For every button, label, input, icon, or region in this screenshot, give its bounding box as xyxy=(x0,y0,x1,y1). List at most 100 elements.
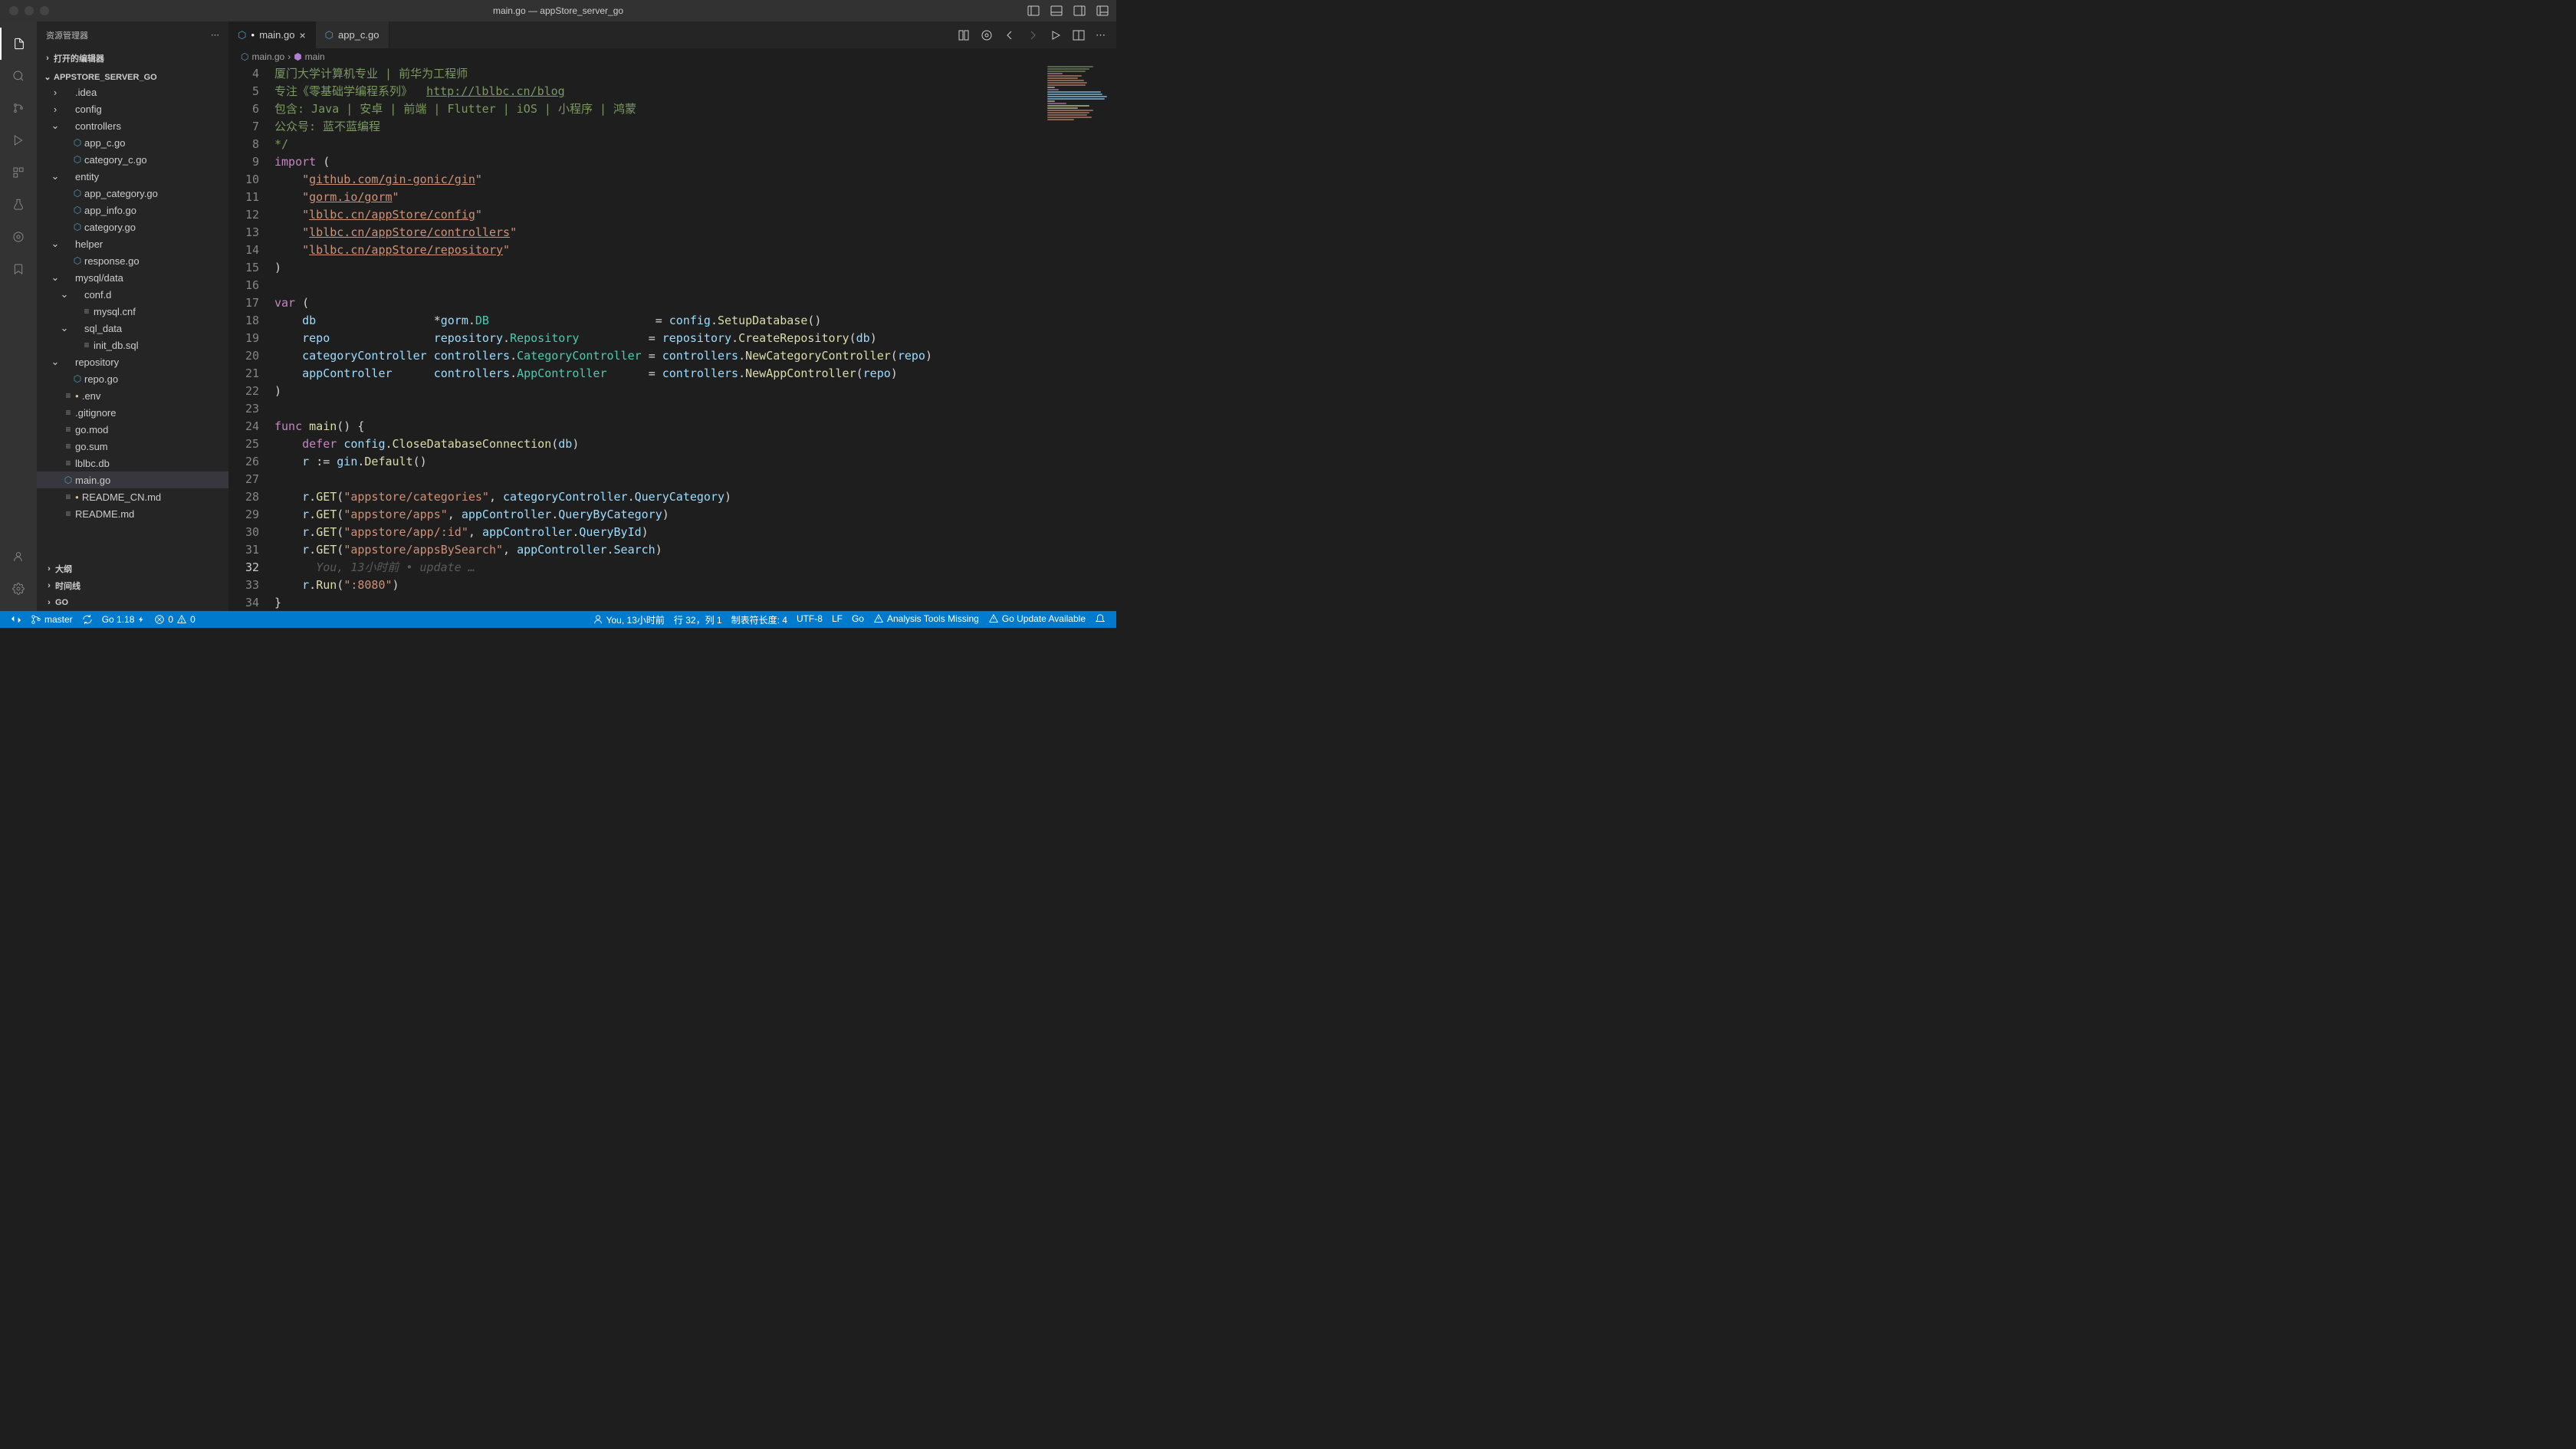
line-number[interactable]: 24 xyxy=(228,418,259,435)
tree-item-config[interactable]: ›config xyxy=(37,100,228,117)
code-line[interactable]: "gorm.io/gorm" xyxy=(274,189,1116,206)
toggle-secondary-sidebar-icon[interactable] xyxy=(1073,5,1086,17)
encoding[interactable]: UTF-8 xyxy=(792,613,827,624)
accounts-icon[interactable] xyxy=(0,540,37,573)
line-number[interactable]: 6 xyxy=(228,100,259,118)
line-number[interactable]: 22 xyxy=(228,383,259,400)
code-line[interactable] xyxy=(274,277,1116,294)
outline-section[interactable]: ›大纲 xyxy=(37,560,228,577)
line-number[interactable]: 28 xyxy=(228,488,259,506)
line-number[interactable]: 11 xyxy=(228,189,259,206)
tree-item-repository[interactable]: ⌄repository xyxy=(37,353,228,370)
testing-icon[interactable] xyxy=(0,189,37,221)
tree-item-go-sum[interactable]: ≡go.sum xyxy=(37,438,228,455)
tree-item-controllers[interactable]: ⌄controllers xyxy=(37,117,228,134)
tree-item-mysql-data[interactable]: ⌄mysql/data xyxy=(37,269,228,286)
tree-item--env[interactable]: ≡●.env xyxy=(37,387,228,404)
code-line[interactable]: r.GET("appstore/app/:id", appController.… xyxy=(274,524,1116,541)
problems[interactable]: 0 0 xyxy=(150,611,199,628)
code-line[interactable]: defer config.CloseDatabaseConnection(db) xyxy=(274,435,1116,453)
toggle-primary-sidebar-icon[interactable] xyxy=(1027,5,1040,17)
line-number[interactable]: 12 xyxy=(228,206,259,224)
language-mode[interactable]: Go xyxy=(847,613,869,624)
line-number[interactable]: 5 xyxy=(228,83,259,100)
more-actions-icon[interactable]: ⋯ xyxy=(211,30,219,40)
minimap[interactable] xyxy=(1040,65,1116,157)
settings-icon[interactable] xyxy=(0,573,37,605)
extensions-icon[interactable] xyxy=(0,156,37,189)
line-number[interactable]: 14 xyxy=(228,242,259,259)
tree-item-sql-data[interactable]: ⌄sql_data xyxy=(37,320,228,337)
go-version[interactable]: Go 1.18 xyxy=(97,611,150,628)
explorer-icon[interactable] xyxy=(0,28,37,60)
breadcrumb[interactable]: ⬡ main.go › ⬢ main xyxy=(228,48,1116,65)
tree-item-mysql-cnf[interactable]: ≡mysql.cnf xyxy=(37,303,228,320)
line-number[interactable]: 23 xyxy=(228,400,259,418)
code-editor[interactable]: 4567891011121314151617181920212223242526… xyxy=(228,65,1116,611)
git-branch[interactable]: master xyxy=(26,611,77,628)
go-back-icon[interactable] xyxy=(1004,29,1016,41)
tree-item-lblbc-db[interactable]: ≡lblbc.db xyxy=(37,455,228,472)
code-line[interactable]: 公众号: 蓝不蓝编程 xyxy=(274,118,1116,136)
gitlens-icon[interactable] xyxy=(0,221,37,253)
code-line[interactable]: ) xyxy=(274,259,1116,277)
split-editor-icon[interactable] xyxy=(1073,29,1085,41)
line-number[interactable]: 25 xyxy=(228,435,259,453)
run-file-icon[interactable] xyxy=(1050,29,1062,41)
tree-item-go-mod[interactable]: ≡go.mod xyxy=(37,421,228,438)
go-analysis-warning[interactable]: Analysis Tools Missing xyxy=(869,613,984,624)
go-section[interactable]: ›GO xyxy=(37,594,228,611)
go-update[interactable]: Go Update Available xyxy=(984,613,1090,624)
customize-layout-icon[interactable] xyxy=(1096,5,1109,17)
tree-item-category-c-go[interactable]: ⬡category_c.go xyxy=(37,151,228,168)
open-editors-section[interactable]: › 打开的编辑器 xyxy=(37,51,228,66)
code-line[interactable]: repo repository.Repository = repository.… xyxy=(274,330,1116,347)
tree-item-app-info-go[interactable]: ⬡app_info.go xyxy=(37,202,228,219)
code-line[interactable]: 厦门大学计算机专业 | 前华为工程师 xyxy=(274,65,1116,83)
code-line[interactable]: r := gin.Default() xyxy=(274,453,1116,471)
compare-changes-icon[interactable] xyxy=(958,29,970,41)
line-number[interactable]: 29 xyxy=(228,506,259,524)
run-debug-icon[interactable] xyxy=(0,124,37,156)
notifications-icon[interactable] xyxy=(1090,613,1110,624)
tree-item-app-category-go[interactable]: ⬡app_category.go xyxy=(37,185,228,202)
tree-item-category-go[interactable]: ⬡category.go xyxy=(37,219,228,235)
close-tab-icon[interactable]: × xyxy=(299,29,305,41)
code-line[interactable]: 专注《零基础学编程系列》 http://lblbc.cn/blog xyxy=(274,83,1116,100)
cursor-position[interactable]: 行 32，列 1 xyxy=(669,613,727,626)
code-line[interactable]: } xyxy=(274,594,1116,611)
code-line[interactable]: r.GET("appstore/appsBySearch", appContro… xyxy=(274,541,1116,559)
code-line[interactable] xyxy=(274,400,1116,418)
code-line[interactable]: appController controllers.AppController … xyxy=(274,365,1116,383)
line-number[interactable]: 9 xyxy=(228,153,259,171)
search-icon[interactable] xyxy=(0,60,37,92)
code-line[interactable]: categoryController controllers.CategoryC… xyxy=(274,347,1116,365)
line-number[interactable]: 16 xyxy=(228,277,259,294)
folder-root-section[interactable]: ⌄ APPSTORE_SERVER_GO xyxy=(37,71,228,84)
gitlens-blame[interactable]: You, 13小时前 xyxy=(588,613,669,626)
line-number[interactable]: 20 xyxy=(228,347,259,365)
code-line[interactable]: var ( xyxy=(274,294,1116,312)
line-number[interactable]: 26 xyxy=(228,453,259,471)
code-line[interactable]: "lblbc.cn/appStore/repository" xyxy=(274,242,1116,259)
code-line[interactable]: r.Run(":8080") xyxy=(274,577,1116,594)
tree-item-init-db-sql[interactable]: ≡init_db.sql xyxy=(37,337,228,353)
code-line[interactable]: */ xyxy=(274,136,1116,153)
code-line[interactable]: db *gorm.DB = config.SetupDatabase() xyxy=(274,312,1116,330)
code-line[interactable]: "lblbc.cn/appStore/config" xyxy=(274,206,1116,224)
tree-item-response-go[interactable]: ⬡response.go xyxy=(37,252,228,269)
tree-item-readme-md[interactable]: ≡README.md xyxy=(37,505,228,522)
tree-item-repo-go[interactable]: ⬡repo.go xyxy=(37,370,228,387)
tree-item-conf-d[interactable]: ⌄conf.d xyxy=(37,286,228,303)
line-number[interactable]: 10 xyxy=(228,171,259,189)
line-number[interactable]: 31 xyxy=(228,541,259,559)
eol[interactable]: LF xyxy=(827,613,847,624)
tree-item-readme-cn-md[interactable]: ≡●README_CN.md xyxy=(37,488,228,505)
tree-item--gitignore[interactable]: ≡.gitignore xyxy=(37,404,228,421)
line-number[interactable]: 33 xyxy=(228,577,259,594)
tree-item-helper[interactable]: ⌄helper xyxy=(37,235,228,252)
tab-main-go[interactable]: ⬡●main.go× xyxy=(228,21,316,48)
line-number[interactable]: 30 xyxy=(228,524,259,541)
line-number[interactable]: 21 xyxy=(228,365,259,383)
indent[interactable]: 制表符长度: 4 xyxy=(727,613,792,626)
